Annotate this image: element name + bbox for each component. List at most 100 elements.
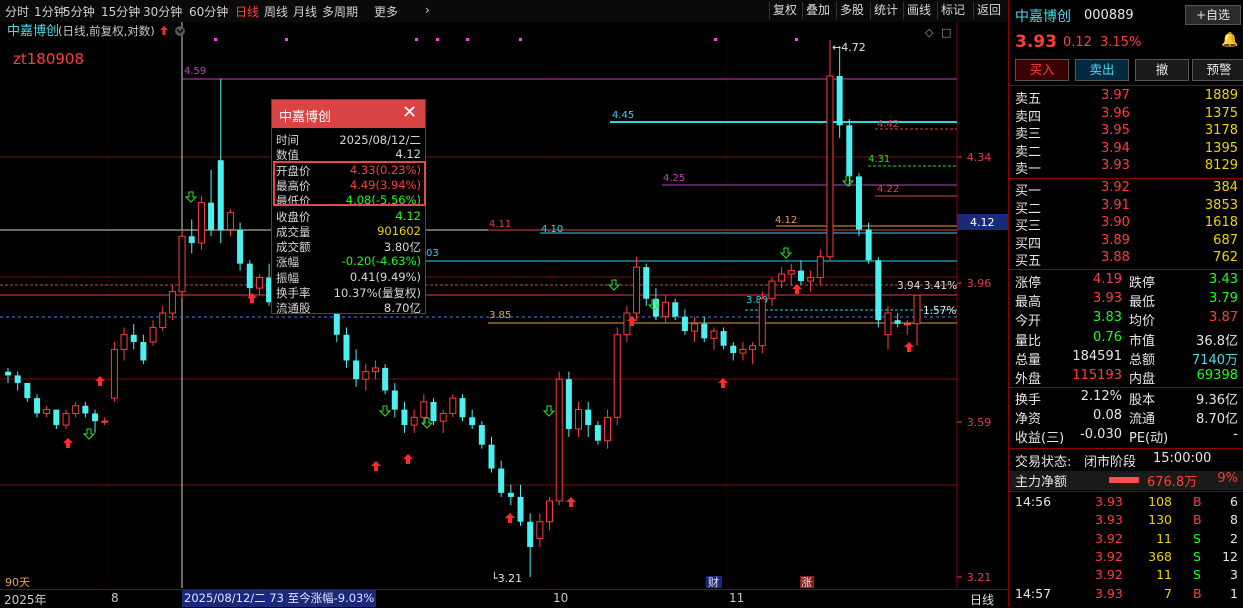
candle-body[interactable]: [130, 334, 137, 343]
candle-body[interactable]: [362, 371, 370, 380]
candle-body[interactable]: [846, 125, 853, 177]
action-button-0[interactable]: 买入: [1015, 59, 1069, 81]
candle-body[interactable]: [14, 375, 21, 383]
candle-body[interactable]: [594, 425, 601, 441]
candle-body[interactable]: [613, 334, 621, 418]
candle-body[interactable]: [101, 420, 109, 423]
candle-body[interactable]: [604, 416, 612, 442]
tool-button-4[interactable]: 画线: [903, 2, 934, 19]
candle-body[interactable]: [720, 331, 727, 346]
candle-body[interactable]: [662, 301, 670, 318]
candle-body[interactable]: [875, 260, 882, 321]
candle-body[interactable]: [623, 312, 631, 336]
candle-body[interactable]: [768, 280, 776, 300]
candle-body[interactable]: [527, 521, 534, 547]
candle-body[interactable]: [730, 345, 737, 354]
candle-body[interactable]: [53, 409, 60, 426]
candle-body[interactable]: [24, 382, 31, 399]
candle-body[interactable]: [43, 409, 51, 414]
period-3[interactable]: 15分钟: [101, 3, 140, 20]
tool-button-5[interactable]: 标记: [937, 2, 968, 19]
candle-body[interactable]: [710, 330, 718, 339]
chevron-down-icon[interactable]: [175, 26, 185, 36]
tool-button-0[interactable]: 复权: [769, 2, 800, 19]
candle-body[interactable]: [758, 298, 766, 347]
candle-body[interactable]: [575, 409, 583, 430]
period-7[interactable]: 周线: [264, 3, 288, 20]
candle-body[interactable]: [903, 323, 911, 326]
candle-body[interactable]: [469, 417, 476, 426]
tool-button-6[interactable]: 返回: [973, 2, 1004, 19]
candle-body[interactable]: [92, 413, 99, 422]
period-9[interactable]: 多周期: [322, 3, 358, 20]
candle-body[interactable]: [140, 342, 147, 361]
candle-body[interactable]: [149, 326, 157, 343]
candle-body[interactable]: [188, 236, 195, 244]
candle-body[interactable]: [449, 397, 457, 414]
tool-button-3[interactable]: 统计: [870, 2, 901, 19]
candle-body[interactable]: [217, 160, 224, 230]
action-button-3[interactable]: 预警: [1192, 59, 1243, 81]
bid-row[interactable]: 买二 3.91 3853: [1009, 198, 1243, 217]
candle-body[interactable]: [343, 334, 350, 361]
candle-body[interactable]: [488, 444, 495, 469]
candle-body[interactable]: [797, 270, 804, 282]
candle-body[interactable]: [34, 398, 41, 414]
period-4[interactable]: 30分钟: [143, 3, 182, 20]
candle-body[interactable]: [120, 334, 128, 350]
close-icon[interactable]: ✕: [402, 102, 417, 124]
candle-body[interactable]: [382, 367, 389, 391]
bell-icon[interactable]: 🔔: [1221, 32, 1238, 48]
candle-body[interactable]: [507, 492, 514, 497]
diamond-icon[interactable]: ◇: [925, 26, 934, 39]
period-8[interactable]: 月线: [293, 3, 317, 20]
candle-body[interactable]: [701, 323, 708, 339]
candle-body[interactable]: [168, 291, 176, 314]
candle-body[interactable]: [836, 75, 843, 126]
kline-chart[interactable]: 4.34 3.96 3.59 3.21 4.12 4.59 4.45 4.42 4.31 4.25…: [0, 22, 1008, 588]
candle-body[interactable]: [159, 312, 167, 328]
candle-body[interactable]: [826, 75, 834, 258]
candle-body[interactable]: [787, 270, 795, 275]
candle-body[interactable]: [459, 398, 466, 418]
bid-row[interactable]: 买五 3.88 762: [1009, 250, 1243, 269]
candle-body[interactable]: [585, 409, 592, 426]
candle-body[interactable]: [498, 468, 505, 493]
period-10[interactable]: 更多: [374, 3, 398, 20]
period-1[interactable]: 1分钟: [34, 3, 66, 20]
candle-body[interactable]: [82, 405, 89, 414]
candle-body[interactable]: [410, 416, 418, 426]
candle-body[interactable]: [5, 371, 11, 376]
candle-body[interactable]: [884, 312, 892, 336]
rise-event-badge[interactable]: 涨: [801, 576, 812, 588]
ask-row[interactable]: 卖三 3.95 3178: [1009, 123, 1243, 142]
candle-body[interactable]: [681, 316, 688, 332]
candle-body[interactable]: [807, 277, 815, 282]
bid-row[interactable]: 买三 3.90 1618: [1009, 215, 1243, 234]
candle-body[interactable]: [633, 266, 641, 314]
candle-body[interactable]: [478, 425, 485, 445]
candle-body[interactable]: [197, 202, 205, 244]
period-0[interactable]: 分时: [5, 3, 29, 20]
bid-row[interactable]: 买一 3.92 384: [1009, 180, 1243, 199]
chevron-right-icon[interactable]: ›: [425, 3, 430, 17]
candle-body[interactable]: [555, 378, 563, 502]
candle-body[interactable]: [691, 323, 699, 332]
ask-row[interactable]: 卖五 3.97 1889: [1009, 88, 1243, 107]
candle-body[interactable]: [255, 277, 263, 289]
candle-body[interactable]: [546, 500, 554, 523]
bid-row[interactable]: 买四 3.89 687: [1009, 233, 1243, 252]
candle-body[interactable]: [778, 273, 786, 282]
ask-row[interactable]: 卖一 3.93 8129: [1009, 158, 1243, 177]
candle-body[interactable]: [536, 521, 544, 539]
action-button-2[interactable]: 撤: [1135, 59, 1189, 81]
candle-body[interactable]: [672, 302, 679, 317]
candle-body[interactable]: [401, 409, 408, 426]
candle-body[interactable]: [353, 360, 360, 380]
candle-body[interactable]: [816, 256, 824, 279]
candle-body[interactable]: [208, 202, 215, 230]
candle-body[interactable]: [226, 212, 234, 230]
candle-body[interactable]: [110, 348, 118, 399]
candle-body[interactable]: [517, 496, 524, 522]
candle-body[interactable]: [246, 263, 253, 289]
